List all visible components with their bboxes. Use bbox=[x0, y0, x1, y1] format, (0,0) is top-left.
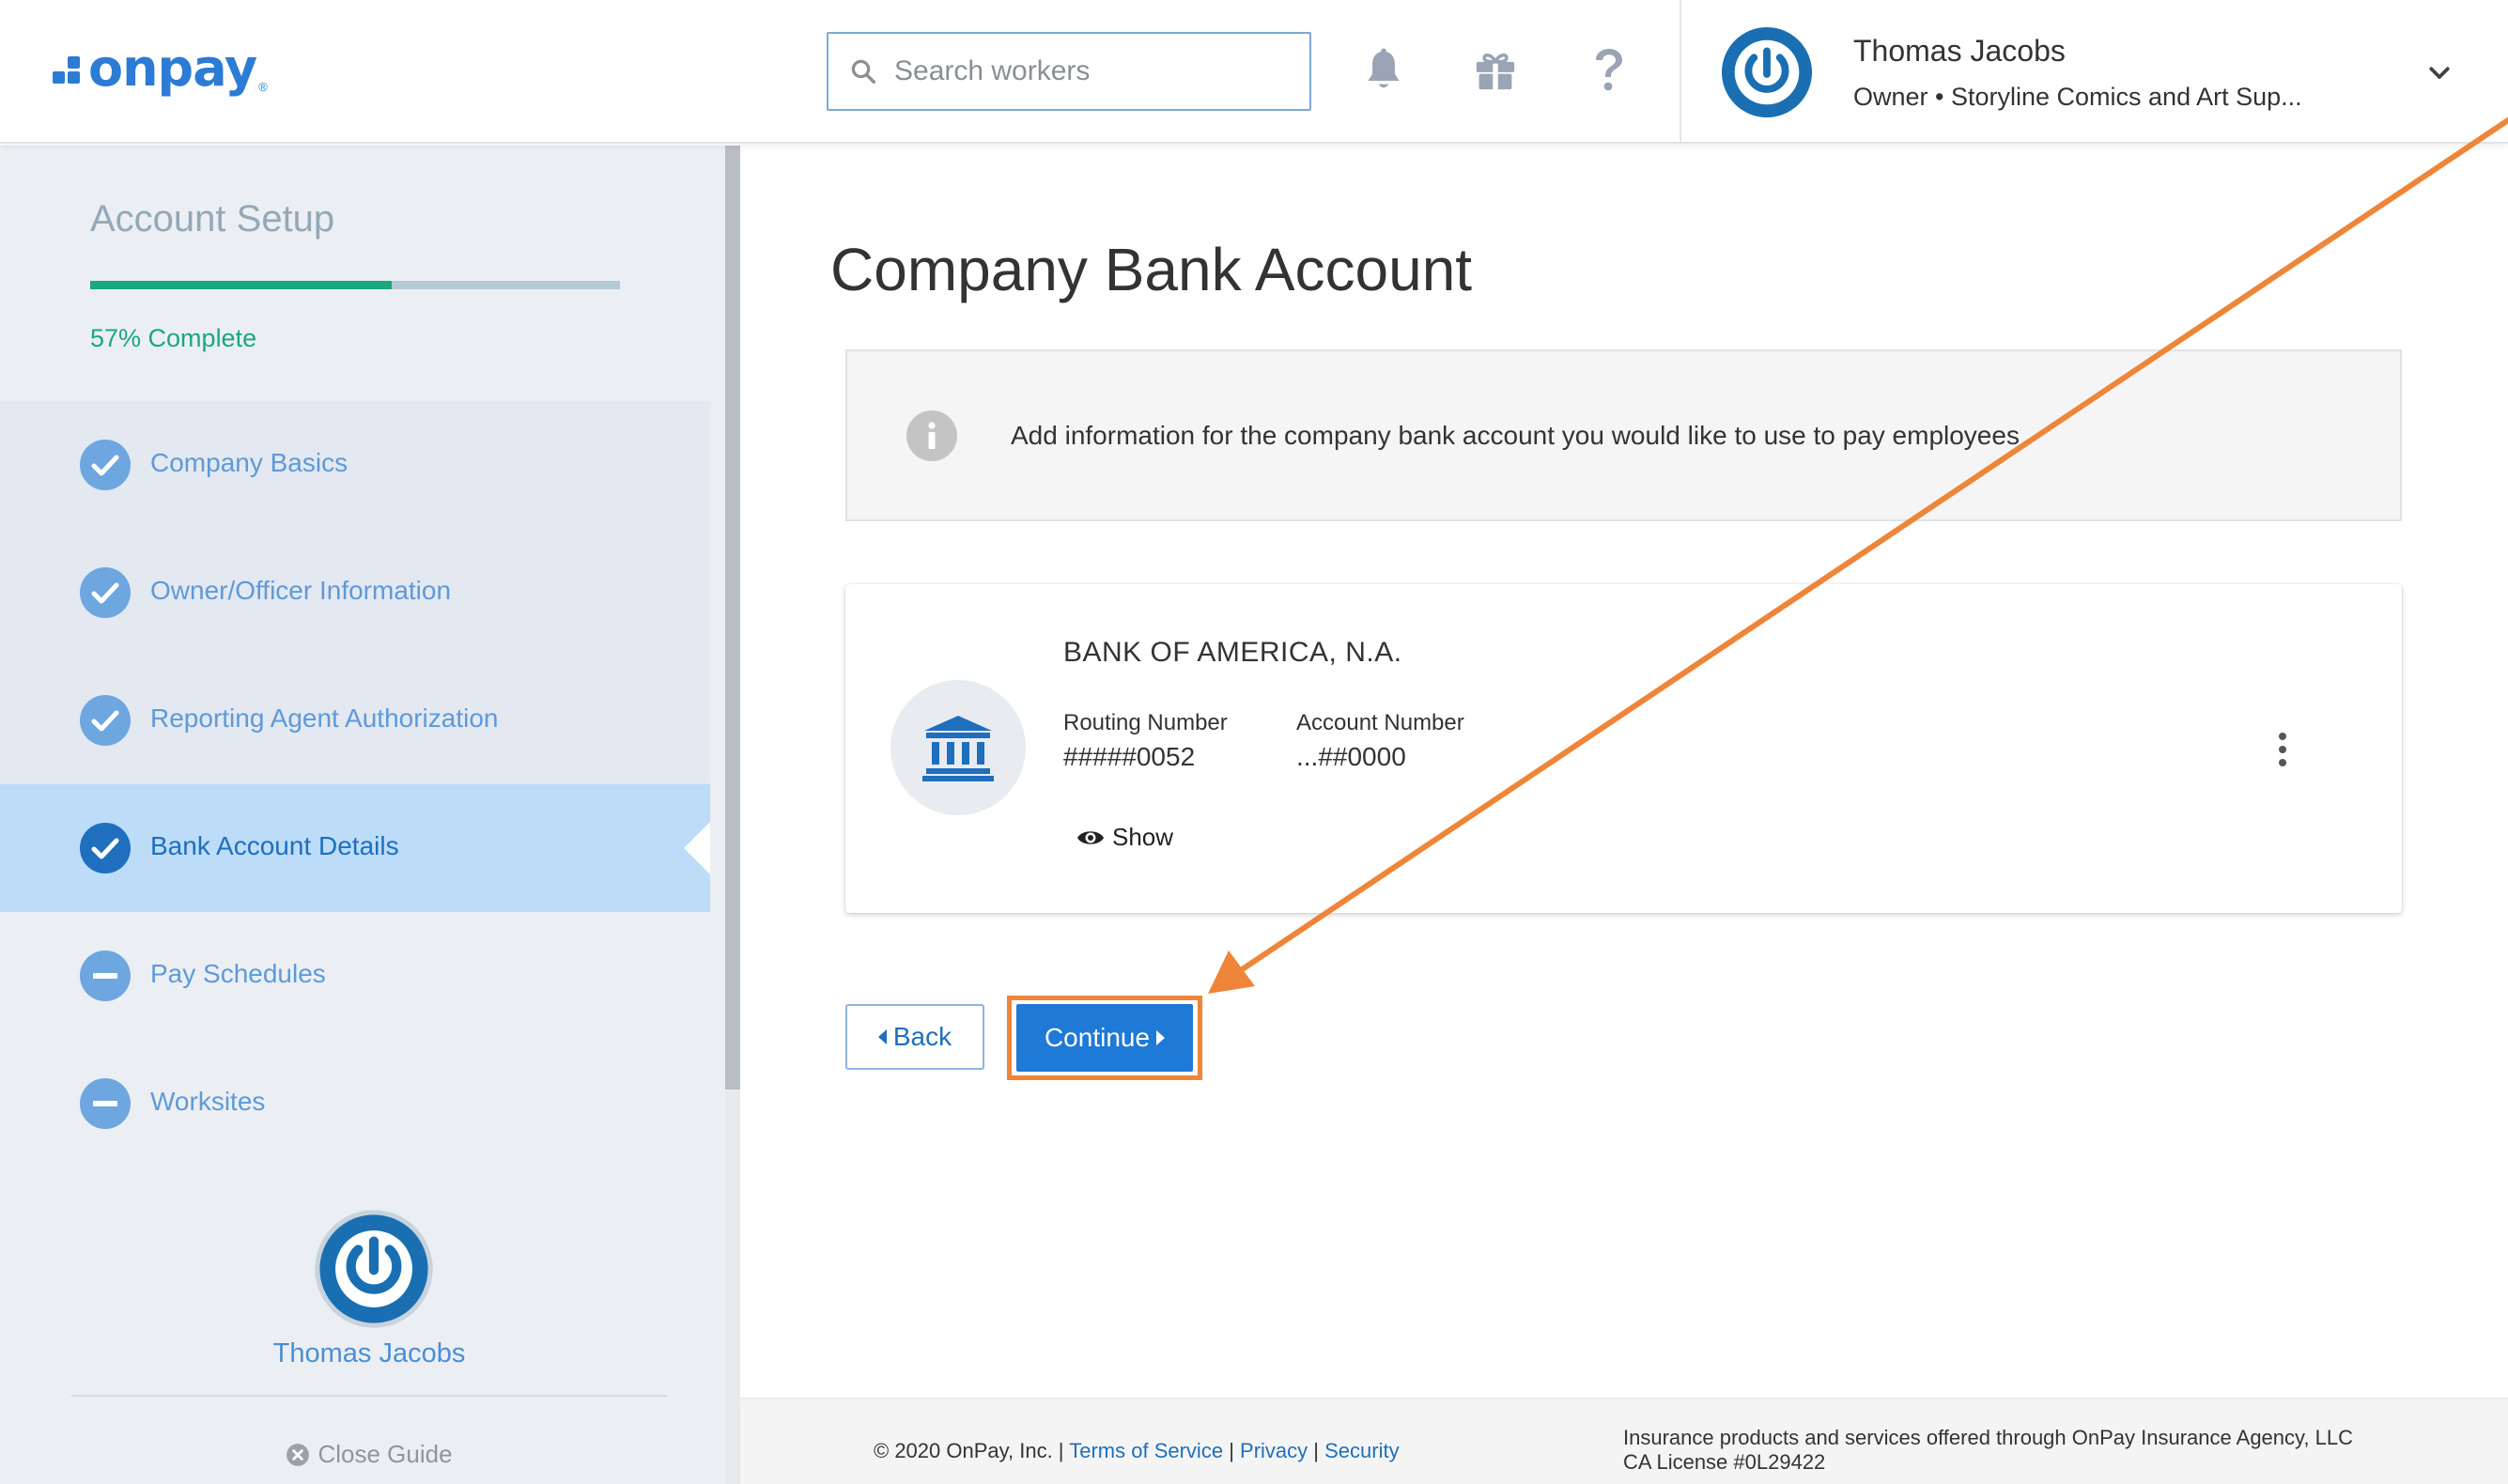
sidebar-step-label: Company Basics bbox=[150, 448, 348, 477]
sidebar-step-bank-account-details[interactable]: Bank Account Details bbox=[0, 784, 710, 912]
insurance-text-line1: Insurance products and services offered … bbox=[1623, 1426, 2353, 1449]
bell-icon bbox=[1368, 48, 1400, 88]
insurance-text-line2: CA License #0L29422 bbox=[1623, 1450, 1826, 1474]
bank-logo bbox=[890, 680, 1026, 815]
eye-icon bbox=[1077, 830, 1104, 844]
routing-number-label: Routing Number bbox=[1063, 710, 1228, 735]
search-box[interactable] bbox=[827, 32, 1311, 111]
sidebar-step-pay-schedules[interactable]: Pay Schedules bbox=[0, 912, 710, 1040]
page-title: Company Bank Account bbox=[830, 236, 1473, 303]
info-banner: Add information for the company bank acc… bbox=[845, 349, 2402, 521]
show-account-toggle[interactable]: Show bbox=[1076, 823, 1173, 852]
sidebar-avatar-power-icon bbox=[315, 1210, 433, 1328]
sidebar-scrollbar-thumb[interactable] bbox=[725, 146, 740, 1090]
check-circle-icon bbox=[80, 695, 131, 746]
logo-text: onpay bbox=[88, 39, 257, 98]
back-button-label: Back bbox=[892, 1022, 952, 1051]
notifications-button[interactable] bbox=[1356, 43, 1411, 98]
check-circle-icon bbox=[80, 440, 131, 490]
sidebar-step-owner-officer[interactable]: Owner/Officer Information bbox=[0, 529, 710, 657]
continue-button[interactable]: Continue bbox=[1016, 1004, 1193, 1072]
info-icon bbox=[906, 410, 957, 461]
close-guide-button[interactable]: Close Guide bbox=[0, 1440, 738, 1469]
page-footer: © 2020 OnPay, Inc. | Terms of Service | … bbox=[740, 1398, 2508, 1484]
top-header: onpay ® Search workers Thomas Jacobs Own… bbox=[0, 0, 2508, 144]
sidebar-user-name: Thomas Jacobs bbox=[272, 1338, 466, 1368]
info-banner-text: Add information for the company bank acc… bbox=[1011, 421, 2020, 450]
setup-progress-fill bbox=[90, 281, 393, 289]
check-circle-icon bbox=[80, 567, 131, 618]
terms-of-service-link[interactable]: Terms of Service bbox=[1069, 1439, 1223, 1462]
minus-circle-icon bbox=[80, 951, 131, 1001]
bank-building-icon bbox=[922, 716, 994, 781]
user-avatar-power-icon[interactable] bbox=[1721, 26, 1813, 118]
sidebar-step-label: Bank Account Details bbox=[150, 831, 399, 860]
active-step-pointer bbox=[684, 822, 710, 874]
header-user-name[interactable]: Thomas Jacobs bbox=[1853, 34, 2066, 69]
header-user-role-company[interactable]: Owner • Storyline Comics and Art Sup... bbox=[1853, 83, 2302, 112]
setup-progress-text: 57% Complete bbox=[90, 324, 257, 352]
setup-steps-list: Company Basics Owner/Officer Information… bbox=[0, 401, 710, 1167]
sidebar-step-label: Reporting Agent Authorization bbox=[150, 703, 499, 733]
show-label: Show bbox=[1112, 823, 1174, 851]
privacy-link[interactable]: Privacy bbox=[1240, 1439, 1308, 1462]
footer-copyright: © 2020 OnPay, Inc. | bbox=[874, 1439, 1064, 1462]
bank-account-card: BANK OF AMERICA, N.A. Routing Number ###… bbox=[845, 584, 2402, 913]
close-guide-label: Close Guide bbox=[317, 1440, 453, 1468]
caret-left-icon bbox=[877, 1029, 887, 1044]
bank-name: BANK OF AMERICA, N.A. bbox=[1063, 637, 1402, 668]
sidebar-step-company-basics[interactable]: Company Basics bbox=[0, 401, 710, 529]
sidebar-step-label: Owner/Officer Information bbox=[150, 576, 452, 605]
routing-number-value: #####0052 bbox=[1063, 742, 1196, 771]
more-vertical-icon[interactable] bbox=[2271, 731, 2294, 768]
annotation-arrow-head bbox=[1208, 951, 1255, 994]
setup-guide-sidebar: Account Setup 57% Complete Company Basic… bbox=[0, 146, 725, 1484]
sidebar-step-worksites[interactable]: Worksites bbox=[0, 1040, 710, 1167]
chevron-down-icon[interactable] bbox=[2425, 58, 2454, 86]
continue-button-label: Continue bbox=[1044, 1023, 1151, 1052]
footer-separator: | bbox=[1313, 1439, 1319, 1462]
back-button[interactable]: Back bbox=[845, 1004, 984, 1070]
account-number-value: ...##0000 bbox=[1296, 742, 1406, 771]
help-button[interactable] bbox=[1582, 43, 1636, 98]
footer-separator: | bbox=[1229, 1439, 1234, 1462]
rewards-button[interactable] bbox=[1468, 43, 1523, 98]
footer-insurance-notice: Insurance products and services offered … bbox=[1623, 1426, 2353, 1475]
close-circle-icon bbox=[286, 1443, 310, 1466]
sidebar-title: Account Setup bbox=[90, 198, 335, 240]
search-input[interactable] bbox=[894, 55, 1289, 87]
sidebar-step-label: Worksites bbox=[150, 1087, 266, 1116]
footer-links: © 2020 OnPay, Inc. | Terms of Service | … bbox=[874, 1439, 1400, 1463]
onpay-logo[interactable]: onpay ® bbox=[53, 36, 268, 101]
account-number-label: Account Number bbox=[1296, 710, 1464, 735]
logo-registered-mark: ® bbox=[258, 80, 268, 94]
minus-circle-icon bbox=[80, 1078, 131, 1129]
header-divider bbox=[1680, 0, 1681, 144]
security-link[interactable]: Security bbox=[1324, 1439, 1399, 1462]
search-icon bbox=[851, 59, 875, 84]
sidebar-step-reporting-agent[interactable]: Reporting Agent Authorization bbox=[0, 657, 710, 784]
caret-right-icon bbox=[1156, 1030, 1166, 1045]
check-circle-icon bbox=[80, 823, 131, 873]
sidebar-divider bbox=[71, 1395, 667, 1397]
logo-dots-icon bbox=[53, 53, 85, 85]
question-icon bbox=[1596, 49, 1622, 91]
sidebar-step-label: Pay Schedules bbox=[150, 959, 326, 988]
setup-progress-bar bbox=[90, 281, 620, 289]
gift-icon bbox=[1476, 53, 1515, 90]
